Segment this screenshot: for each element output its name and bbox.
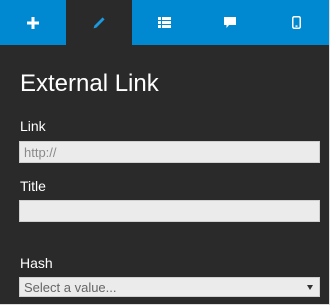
link-label: Link [20,118,46,134]
hash-select[interactable]: Select a value... [19,277,320,297]
link-input[interactable] [19,141,320,163]
mobile-icon [291,16,301,29]
comment-icon [224,16,237,29]
panel-title: External Link [20,70,159,97]
external-link-panel: External Link Link Title Hash Select a v… [0,0,330,305]
tab-comment[interactable] [197,0,264,45]
list-icon [157,17,171,28]
tab-add[interactable] [0,0,66,45]
pencil-icon [92,16,106,30]
tab-edit[interactable] [65,0,132,45]
tab-list[interactable] [131,0,198,45]
plus-icon [26,16,39,29]
hash-select-value: Select a value... [24,279,117,295]
caret-down-icon [307,284,313,290]
tab-bar [0,0,329,45]
hash-label: Hash [20,255,53,271]
title-label: Title [20,178,46,194]
title-input[interactable] [19,200,320,222]
tab-mobile[interactable] [263,0,329,45]
